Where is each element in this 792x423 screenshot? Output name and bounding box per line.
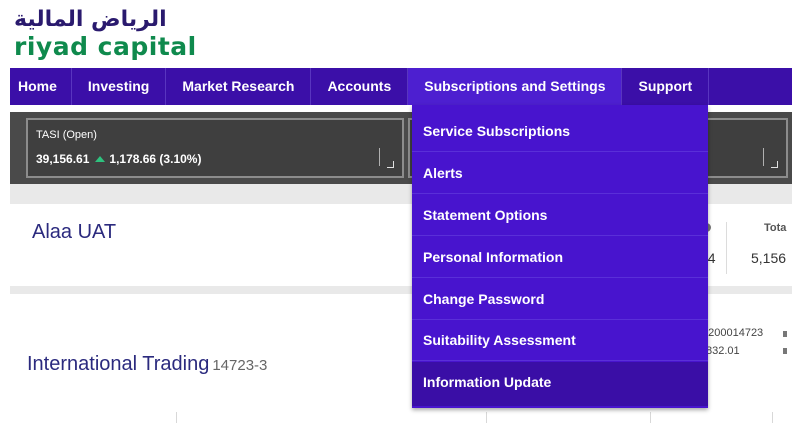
summary-total-value: 5,156 bbox=[751, 250, 787, 266]
ticker-change: 1,178.66 (3.10%) bbox=[109, 152, 202, 166]
ticker-value-row: 39,156.61 1,178.66 (3.10%) bbox=[36, 152, 201, 166]
account-number: 14723-3 bbox=[212, 357, 268, 374]
nav-investing[interactable]: Investing bbox=[72, 68, 167, 105]
ticker-name: TASI (Open) bbox=[36, 129, 97, 141]
ticker-divider bbox=[379, 148, 380, 166]
ticker-tasi[interactable]: TASI (Open) 39,156.61 1,178.66 (3.10%) bbox=[26, 118, 404, 178]
column-divider bbox=[176, 412, 177, 423]
column-divider bbox=[650, 412, 651, 423]
edge-marker bbox=[783, 348, 787, 354]
main-nav: Home Investing Market Research Accounts … bbox=[10, 68, 792, 105]
international-trading-title[interactable]: International Trading 14723-3 bbox=[27, 353, 267, 376]
reference-number: 0200014723 bbox=[702, 327, 764, 339]
logo-english-text: riyad capital bbox=[14, 32, 197, 61]
menu-item-alerts[interactable]: Alerts bbox=[412, 153, 708, 194]
column-divider bbox=[726, 222, 727, 274]
nav-market-research[interactable]: Market Research bbox=[166, 68, 312, 105]
international-amount: 832.01 bbox=[706, 345, 740, 357]
ticker-value: 39,156.61 bbox=[36, 152, 90, 166]
menu-item-personal-information[interactable]: Personal Information bbox=[412, 237, 708, 278]
up-arrow-icon bbox=[95, 156, 106, 162]
account-name[interactable]: Alaa UAT bbox=[32, 221, 116, 244]
nav-accounts[interactable]: Accounts bbox=[311, 68, 409, 105]
column-divider bbox=[772, 412, 773, 423]
subscriptions-settings-dropdown: Service Subscriptions Alerts Statement O… bbox=[412, 105, 708, 408]
nav-subscriptions-settings[interactable]: Subscriptions and Settings bbox=[408, 68, 623, 105]
menu-item-service-subscriptions[interactable]: Service Subscriptions bbox=[412, 111, 708, 152]
summary-total-label: Tota bbox=[764, 222, 787, 234]
ticker-divider bbox=[763, 148, 764, 166]
resize-corner-icon bbox=[387, 161, 394, 168]
logo-arabic-text: الرياض المالية bbox=[14, 7, 167, 32]
menu-item-statement-options[interactable]: Statement Options bbox=[412, 195, 708, 236]
nav-home[interactable]: Home bbox=[10, 68, 72, 105]
menu-item-suitability-assessment[interactable]: Suitability Assessment bbox=[412, 320, 708, 361]
menu-item-change-password[interactable]: Change Password bbox=[412, 279, 708, 320]
column-divider bbox=[486, 412, 487, 423]
resize-corner-icon bbox=[771, 161, 778, 168]
menu-item-information-update[interactable]: Information Update bbox=[412, 362, 708, 406]
edge-marker bbox=[783, 331, 787, 337]
nav-support[interactable]: Support bbox=[622, 68, 710, 105]
riyad-capital-logo[interactable]: الرياض المالية riyad capital bbox=[14, 6, 224, 64]
